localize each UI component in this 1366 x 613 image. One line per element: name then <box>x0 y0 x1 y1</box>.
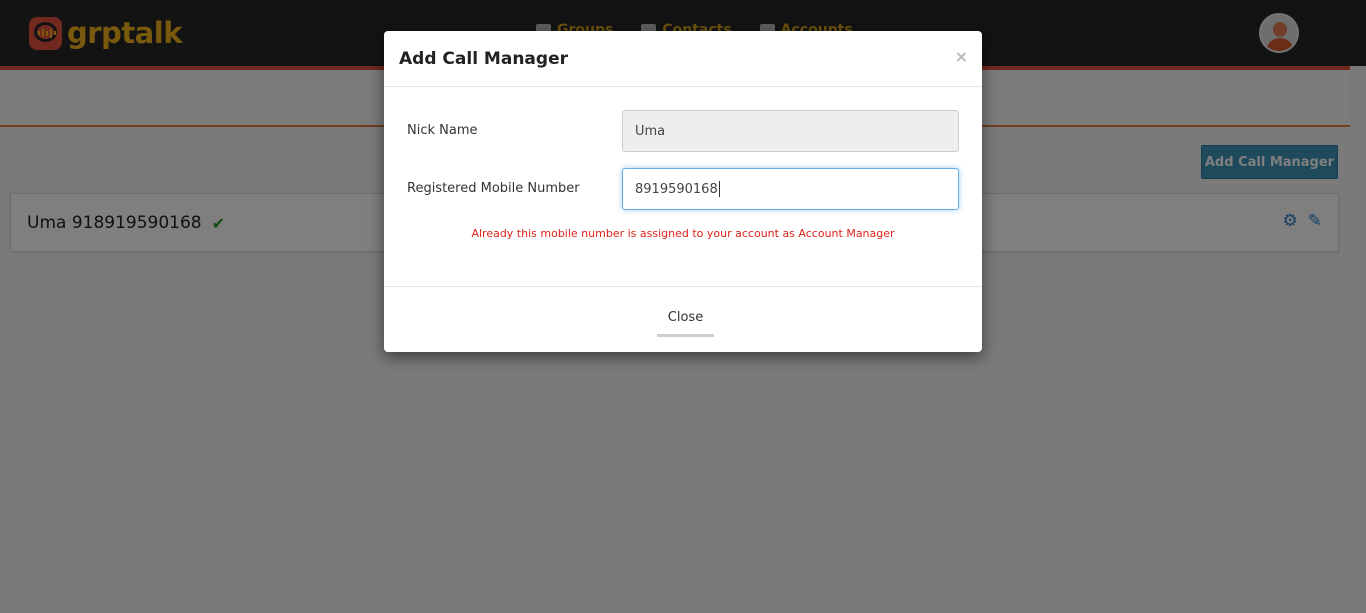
modal-footer: Close <box>384 286 982 352</box>
close-icon[interactable]: × <box>955 47 968 66</box>
close-button[interactable]: Close <box>657 309 714 337</box>
mobile-number-label: Registered Mobile Number <box>407 181 580 196</box>
mobile-number-value: 8919590168 <box>635 181 718 197</box>
error-message: Already this mobile number is assigned t… <box>471 227 895 240</box>
mobile-number-field[interactable]: 8919590168 <box>622 168 959 210</box>
add-call-manager-modal: Add Call Manager × Nick Name Uma Registe… <box>384 31 982 352</box>
nick-name-field[interactable]: Uma <box>622 110 959 152</box>
modal-header: Add Call Manager × <box>384 31 982 87</box>
nick-name-label: Nick Name <box>407 123 478 138</box>
text-caret <box>718 181 720 197</box>
nick-name-value: Uma <box>635 123 666 139</box>
modal-title: Add Call Manager <box>399 49 568 69</box>
